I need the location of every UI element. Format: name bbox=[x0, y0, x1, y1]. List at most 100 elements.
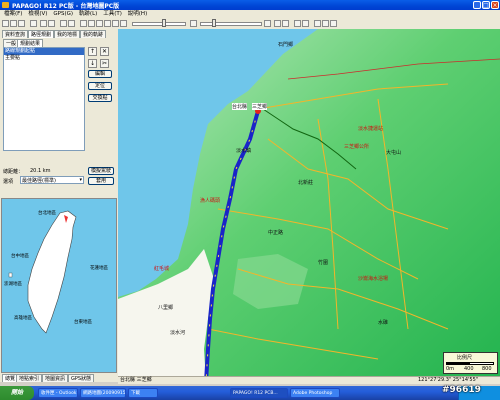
scale-bar bbox=[446, 362, 494, 365]
tab-place-index[interactable]: 地點索引 bbox=[16, 374, 43, 382]
watermark: #96619 bbox=[442, 385, 481, 395]
tab-search[interactable]: 資料查詢 bbox=[2, 30, 29, 38]
map-label: 石門鄉 bbox=[278, 42, 294, 48]
scale-right: 800 bbox=[482, 366, 492, 372]
scale-label: 比例尺 bbox=[457, 355, 473, 361]
map-poi-label: 淡水捷運站 bbox=[358, 126, 384, 132]
scale-mid: 400 bbox=[464, 366, 474, 372]
taskbar-item[interactable]: 下載 bbox=[128, 388, 158, 398]
list-item[interactable]: 路線規劃起點 bbox=[4, 48, 84, 55]
route-option-label: 選項 bbox=[3, 179, 14, 185]
chevron-down-icon: ▾ bbox=[79, 177, 82, 183]
bookmark-icon[interactable] bbox=[314, 20, 321, 27]
zoom-box-icon[interactable] bbox=[274, 20, 281, 27]
menu-gps[interactable]: GPS(G) bbox=[53, 10, 73, 18]
map-label-county: 台北縣 bbox=[232, 103, 248, 110]
apply-button[interactable]: 套用 bbox=[88, 177, 114, 185]
map-label-district: 三芝鄉 bbox=[252, 103, 268, 110]
print-icon[interactable] bbox=[30, 20, 37, 27]
rotate-icon[interactable] bbox=[294, 20, 301, 27]
forward-icon[interactable] bbox=[48, 20, 55, 27]
taskbar-item[interactable]: Adobe Photoshop bbox=[290, 388, 340, 398]
zoom-all-icon[interactable] bbox=[282, 20, 289, 27]
delete-icon[interactable]: ✕ bbox=[100, 47, 109, 56]
maximize-button[interactable]: □ bbox=[482, 1, 490, 9]
locate-button[interactable]: 定位 bbox=[88, 82, 112, 90]
exchange-button[interactable]: 交換點 bbox=[88, 94, 112, 102]
taskbar-item-active[interactable]: PAPAGO! R12 PCB... bbox=[230, 388, 288, 398]
map-label: 北新莊 bbox=[298, 180, 314, 186]
overview-label: 高雄地區 bbox=[14, 316, 32, 321]
menu-tools[interactable]: 工具(T) bbox=[103, 10, 122, 18]
status-location: 台北縣 三芝鄉 bbox=[120, 377, 152, 383]
minimize-button[interactable]: _ bbox=[473, 1, 481, 9]
measure-icon[interactable] bbox=[80, 20, 87, 27]
app-icon bbox=[2, 2, 9, 8]
zoom-out-icon[interactable] bbox=[190, 20, 197, 27]
pan-icon[interactable] bbox=[60, 20, 67, 27]
map-label: 中正路 bbox=[268, 230, 284, 236]
gps-icon[interactable] bbox=[88, 20, 95, 27]
menu-help[interactable]: 說明(H) bbox=[128, 10, 147, 18]
map-poi-label: 紅毛城 bbox=[154, 266, 170, 272]
overview-label: 台東地區 bbox=[74, 320, 92, 325]
menu-track[interactable]: 軌跡(L) bbox=[79, 10, 97, 18]
list-item[interactable]: 主要點 bbox=[4, 55, 84, 62]
tab-route-planning[interactable]: 路徑規劃 bbox=[28, 30, 55, 38]
map-poi-label: 漁人碼頭 bbox=[200, 198, 221, 204]
total-distance-label: 總距離： bbox=[3, 169, 24, 175]
scale-box: 比例尺 0m 400 800 bbox=[443, 352, 498, 374]
route-icon[interactable] bbox=[96, 20, 103, 27]
zoom-in-icon[interactable] bbox=[264, 20, 271, 27]
status-coordinates: 121°27'29.3" 25°14'55" bbox=[418, 377, 479, 383]
clear-icon[interactable]: ✂ bbox=[100, 59, 109, 68]
speed-slider[interactable] bbox=[132, 22, 186, 26]
map-label: 淡水河 bbox=[170, 330, 186, 336]
speed-slider-thumb[interactable] bbox=[162, 19, 166, 27]
map-label: 淡水鎮 bbox=[236, 148, 252, 154]
zoom-slider[interactable] bbox=[200, 22, 262, 26]
main-map[interactable]: 台北縣 三芝鄉 淡水鎮 石門鄉 北新莊 中正路 八里鄉 大屯山 竹圍 水碓 淡水… bbox=[118, 29, 500, 382]
map-label: 水碓 bbox=[378, 320, 389, 326]
edit-button[interactable]: 編輯 bbox=[88, 70, 112, 78]
save-icon[interactable] bbox=[18, 20, 25, 27]
zoom-slider-thumb[interactable] bbox=[212, 19, 216, 27]
menu-view[interactable]: 檢視(V) bbox=[28, 10, 47, 18]
overview-map[interactable]: 台北地區 台中地區 花蓮地區 高雄地區 台東地區 澎湖地區 bbox=[1, 198, 117, 373]
find-icon[interactable] bbox=[322, 20, 329, 27]
tab-my-tracks[interactable]: 我的軌跡 bbox=[80, 30, 107, 38]
menu-file[interactable]: 檔案(F) bbox=[4, 10, 22, 18]
compass-icon[interactable] bbox=[302, 20, 309, 27]
route-point-list[interactable]: 路線規劃起點 主要點 bbox=[3, 47, 85, 151]
close-button[interactable]: × bbox=[491, 1, 499, 9]
select-icon[interactable] bbox=[68, 20, 75, 27]
subtab-results[interactable]: 規劃結果 bbox=[17, 39, 44, 47]
overview-label: 台中地區 bbox=[11, 254, 29, 259]
scale-left: 0m bbox=[446, 366, 455, 372]
back-icon[interactable] bbox=[40, 20, 47, 27]
overview-label: 花蓮地區 bbox=[90, 266, 108, 271]
menu-bar: 檔案(F) 檢視(V) GPS(G) 軌跡(L) 工具(T) 說明(H) bbox=[0, 10, 500, 18]
settings-icon[interactable] bbox=[330, 20, 337, 27]
tab-gps-status[interactable]: GPS狀態 bbox=[68, 374, 95, 382]
simulate-button[interactable]: 模擬駕駛 bbox=[88, 167, 114, 175]
taskbar-item[interactable]: 收件匣 - Outlook bbox=[38, 388, 78, 398]
overview-label: 台北地區 bbox=[38, 211, 56, 216]
total-distance-value: 20.1 km bbox=[30, 168, 51, 174]
start-button[interactable]: 開始 bbox=[0, 386, 34, 400]
move-down-icon[interactable]: ↓ bbox=[88, 59, 97, 68]
tab-my-landmarks[interactable]: 我的地標 bbox=[54, 30, 81, 38]
new-icon[interactable] bbox=[2, 20, 9, 27]
map-label: 八里鄉 bbox=[158, 305, 174, 311]
route-option-select[interactable]: 最佳路徑(標準) ▾ bbox=[20, 176, 84, 184]
poi-icon[interactable] bbox=[112, 20, 119, 27]
map-label: 大屯山 bbox=[386, 150, 402, 156]
taskbar-item[interactable]: 網路地圖(20090915... bbox=[80, 388, 126, 398]
tab-map-info[interactable]: 地圖資訊 bbox=[42, 374, 69, 382]
layer-icon[interactable] bbox=[104, 20, 111, 27]
title-bar: PAPAGO! R12 PC版 - 台灣地圖PC版 _ □ × bbox=[0, 0, 500, 10]
track-icon[interactable] bbox=[120, 20, 127, 27]
open-icon[interactable] bbox=[10, 20, 17, 27]
penghu-island-shape bbox=[8, 272, 13, 278]
move-up-icon[interactable]: ↑ bbox=[88, 47, 97, 56]
